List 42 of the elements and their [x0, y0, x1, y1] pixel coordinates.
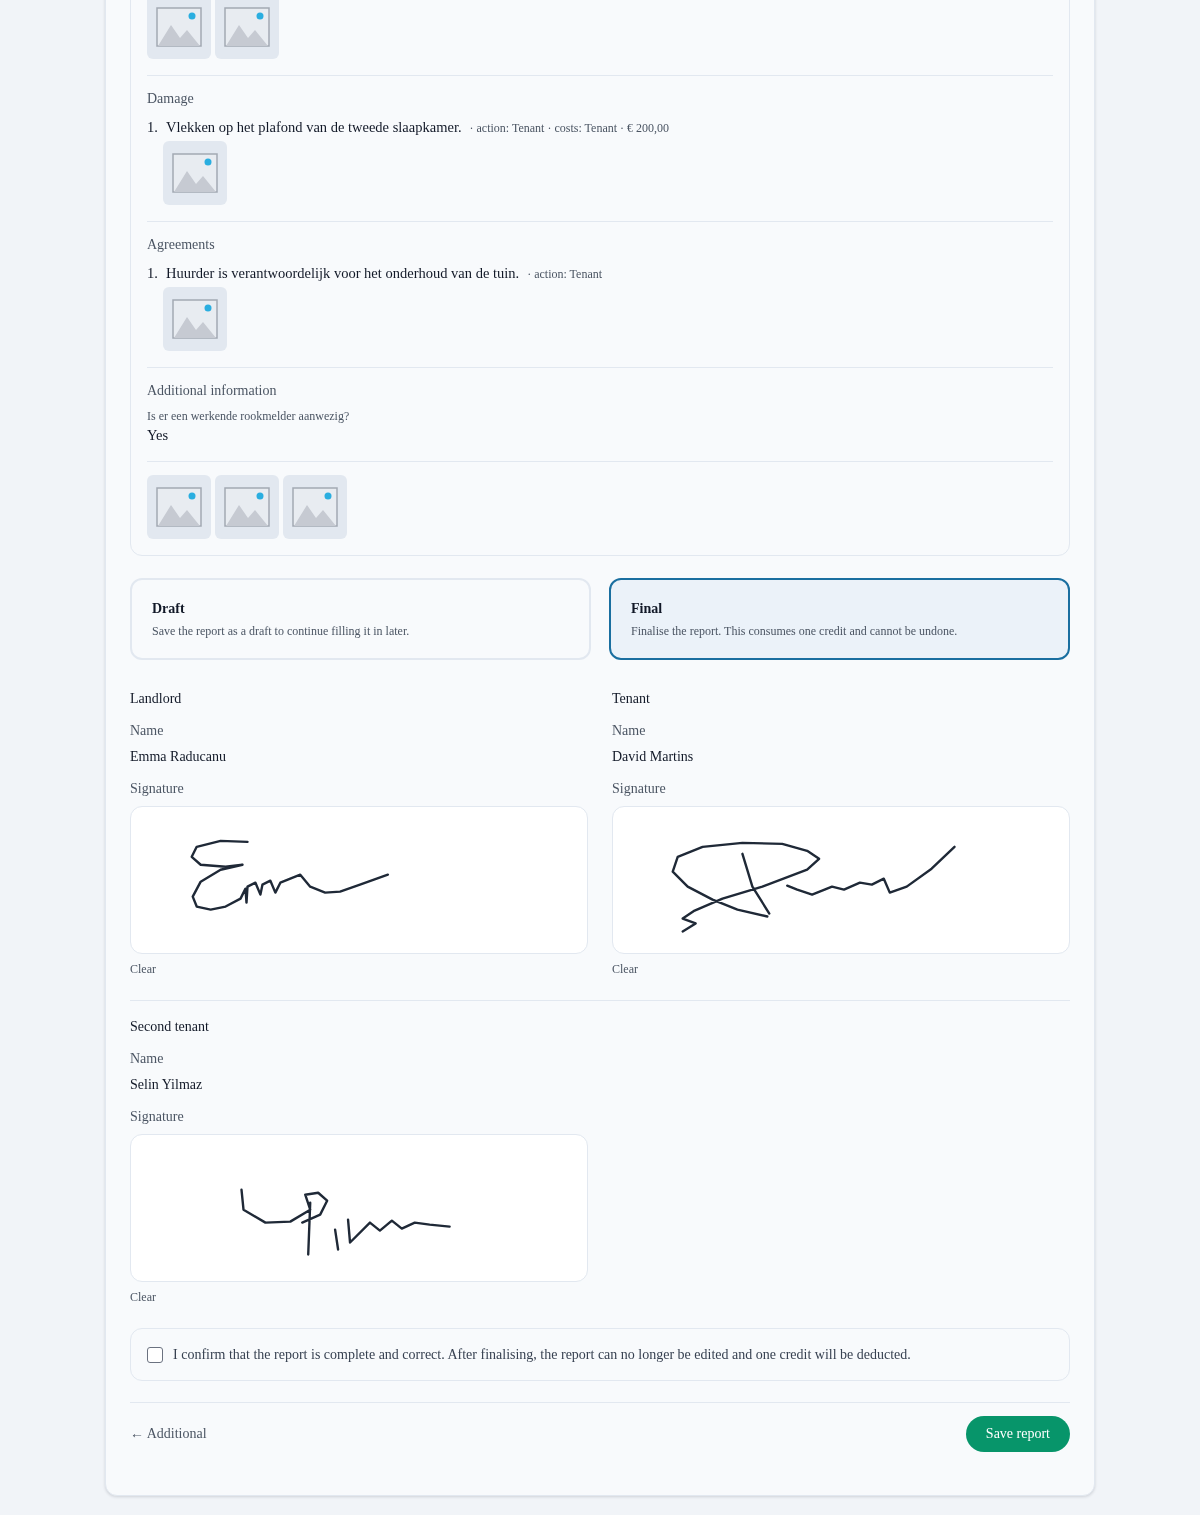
item-number: 1. — [147, 264, 159, 283]
item-number: 1. — [147, 118, 159, 137]
confirm-checkbox[interactable] — [147, 1346, 163, 1363]
report-type-option[interactable]: Draft Save the report as a draft to continue filling it in later. — [130, 578, 591, 660]
field-label: Signature — [612, 780, 667, 798]
save-report-button[interactable]: Save report — [965, 1416, 1070, 1452]
section-title: Damage — [147, 90, 195, 108]
section-title: Agreements — [147, 236, 216, 254]
option-title: Draft — [152, 600, 186, 618]
item-meta: · action: Tenant · costs: Tenant · € 200,00 — [469, 120, 670, 136]
report-type-option[interactable]: Final Finalise the report. This consumes one credit and cannot be undone. — [609, 578, 1070, 660]
field-label: Name — [612, 722, 647, 740]
clear-link[interactable]: Clear — [130, 1289, 156, 1305]
item-text: Huurder is verantwoordelijk voor het onderhoud van de tuin. — [166, 264, 520, 283]
image-placeholder-icon — [163, 287, 227, 351]
clear-link[interactable]: Clear — [612, 961, 638, 977]
clear-link[interactable]: Clear — [130, 961, 156, 977]
option-description: Save the report as a draft to continue filling it in later. — [152, 623, 411, 639]
field-label: Signature — [130, 780, 185, 798]
image-placeholder-icon — [147, 475, 211, 539]
signer-name: Emma Raducanu — [130, 748, 228, 766]
image-placeholder-icon — [163, 141, 227, 205]
image-placeholder-icon — [283, 475, 347, 539]
field-label: Name — [130, 722, 165, 740]
item-text: Vlekken op het plafond van de tweede slaapkamer. — [166, 118, 462, 137]
option-title: Final — [631, 600, 664, 618]
question-answer: Yes — [147, 426, 170, 445]
signer-name: David Martins — [612, 748, 695, 766]
item-meta: · action: Tenant — [527, 266, 603, 282]
field-label: Signature — [130, 1108, 185, 1126]
signature-pad[interactable] — [612, 806, 1070, 954]
confirmation-text: I confirm that the report is complete and correct. After finalising, the report can no longer be edited and one credit will be deducted. — [173, 1345, 911, 1364]
back-link[interactable]: ← Additional — [130, 1424, 207, 1444]
signer-role: Landlord — [130, 690, 183, 708]
signer-role: Second tenant — [130, 1018, 210, 1036]
signer-name: Selin Yilmaz — [130, 1076, 204, 1094]
image-placeholder-icon — [215, 475, 279, 539]
section-title: Additional information — [147, 382, 278, 400]
field-label: Name — [130, 1050, 165, 1068]
option-description: Finalise the report. This consumes one credit and cannot be undone. — [631, 623, 959, 639]
signer-role: Tenant — [612, 690, 651, 708]
question-label: Is er een werkende rookmelder aanwezig? — [147, 408, 351, 424]
